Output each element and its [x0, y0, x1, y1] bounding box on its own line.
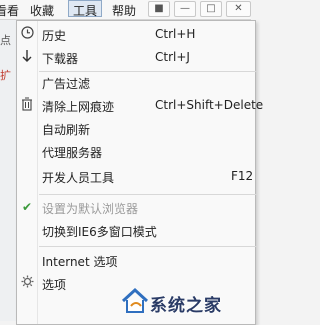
- menu-item-label: 设置为默认浏览器: [42, 202, 139, 216]
- menu-view[interactable]: 看看: [0, 2, 19, 19]
- menu-item-developer-tools[interactable]: 开发人员工具 F12: [17, 166, 257, 188]
- menu-item-history[interactable]: 历史 Ctrl+H: [17, 24, 257, 46]
- menu-help[interactable]: 帮助: [112, 2, 136, 19]
- menu-item-downloader[interactable]: 下载器 Ctrl+J: [17, 47, 257, 69]
- close-icon[interactable]: ✕: [226, 1, 251, 17]
- menu-item-shortcut: Ctrl+Shift+Delete: [155, 98, 264, 112]
- menu-item-label: 自动刷新: [42, 123, 91, 137]
- menu-item-proxy-server[interactable]: 代理服务器: [17, 141, 257, 163]
- menu-separator: [39, 194, 257, 195]
- menu-tools[interactable]: 工具: [68, 0, 103, 18]
- minimize-icon[interactable]: —: [174, 1, 196, 17]
- menu-item-shortcut: F12: [231, 169, 254, 183]
- menu-item-internet-options[interactable]: Internet 选项: [17, 250, 257, 272]
- download-icon: [20, 49, 34, 65]
- check-icon: ✔: [21, 200, 33, 214]
- menu-item-ad-filter[interactable]: 广告过滤: [17, 72, 257, 94]
- menu-item-label: 代理服务器: [42, 146, 103, 160]
- page-fragment: 扩: [0, 69, 11, 82]
- gear-icon: [20, 275, 34, 291]
- menu-item-shortcut: Ctrl+J: [155, 50, 190, 64]
- menu-item-label: 清除上网痕迹: [42, 100, 115, 114]
- clock-icon: [20, 26, 34, 42]
- shirt-icon[interactable]: ■: [148, 1, 170, 17]
- page-fragment: 点: [0, 34, 11, 47]
- menu-item-set-default-browser: ✔ 设置为默认浏览器: [17, 197, 257, 219]
- menu-item-clear-history[interactable]: 清除上网痕迹 Ctrl+Shift+Delete: [17, 95, 263, 117]
- menu-item-label: 切换到IE6多窗口模式: [42, 225, 157, 239]
- menu-item-label: 开发人员工具: [42, 171, 115, 185]
- menu-item-label: Internet 选项: [42, 255, 118, 269]
- menu-item-auto-refresh[interactable]: 自动刷新: [17, 118, 257, 140]
- trash-icon: [20, 97, 34, 113]
- menu-item-ie6-mode[interactable]: 切换到IE6多窗口模式: [17, 220, 257, 242]
- house-logo-icon: [121, 287, 149, 313]
- page-background-strip: 点 扩: [0, 20, 16, 321]
- menu-separator: [39, 246, 257, 247]
- restore-icon[interactable]: □: [200, 1, 222, 17]
- menu-item-label: 下载器: [42, 52, 79, 66]
- menu-bar: 看看 收藏 工具 帮助 ■ — □ ✕: [0, 0, 251, 20]
- menu-item-shortcut: Ctrl+H: [155, 27, 196, 41]
- tools-menu: 历史 Ctrl+H 下载器 Ctrl+J 广告过滤 清除上网痕迹 Ctrl+Sh…: [16, 20, 263, 325]
- menu-item-label: 历史: [42, 29, 67, 43]
- site-watermark: 系统之家: [118, 284, 251, 321]
- menu-item-label: 选项: [42, 278, 67, 292]
- watermark-text: 系统之家: [150, 296, 222, 316]
- menu-favorites[interactable]: 收藏: [30, 2, 54, 19]
- menu-item-label: 广告过滤: [42, 77, 91, 91]
